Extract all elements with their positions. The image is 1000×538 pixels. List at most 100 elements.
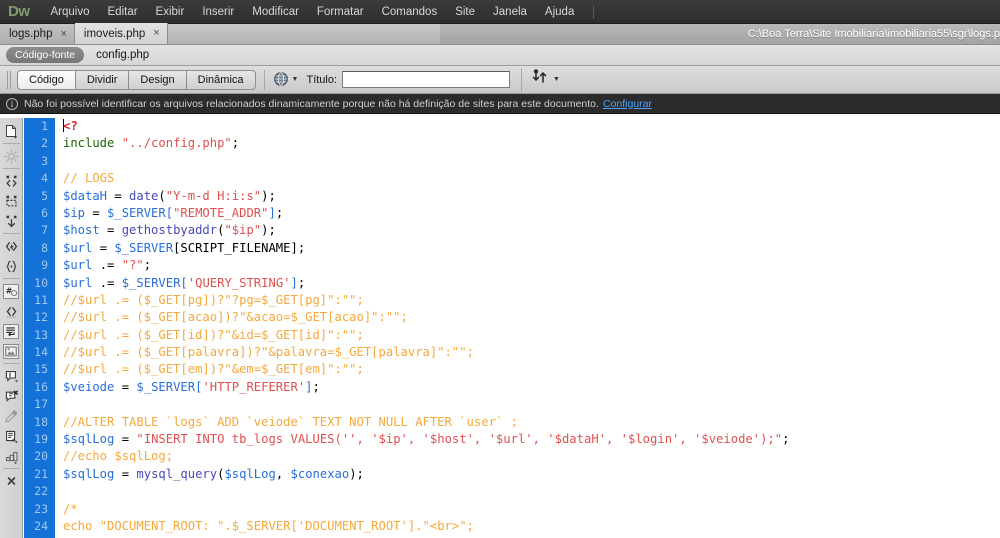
code-line[interactable]: 10 $url .= $_SERVER['QUERY_STRING']; <box>24 275 1000 292</box>
code-lines[interactable]: 1 <? 2 include "../config.php"; 3 4 // LOGS 5 $… <box>24 118 1000 538</box>
collapse-selection-icon[interactable] <box>1 191 22 211</box>
menu-item-editar[interactable]: Editar <box>99 3 147 21</box>
tab-imoveis-php[interactable]: imoveis.php × <box>74 23 168 44</box>
code-line[interactable]: 13 //$url .= ($_GET[id])?"&id=$_GET[id]":… <box>24 327 1000 344</box>
line-content[interactable]: include "../config.php"; <box>52 135 239 152</box>
line-content[interactable]: $host = gethostbyaddr("$ip"); <box>52 222 276 239</box>
menu-item-arquivo[interactable]: Arquivo <box>42 3 99 21</box>
menu-item-formatar[interactable]: Formatar <box>308 3 373 21</box>
line-content[interactable]: //$url .= ($_GET[palavra])?"&palavra=$_G… <box>52 344 474 361</box>
code-line[interactable]: 18 //ALTER TABLE `logs` ADD `veiode` TEXT… <box>24 414 1000 431</box>
line-content[interactable]: $veiode = $_SERVER['HTTP_REFERER']; <box>52 379 320 396</box>
more-options-icon[interactable] <box>1 471 22 491</box>
code-line[interactable]: 22 <box>24 483 1000 500</box>
wrap-tag-icon[interactable] <box>1 321 22 341</box>
menu-item-janela[interactable]: Janela <box>484 3 536 21</box>
outdent-code-icon[interactable] <box>1 406 22 426</box>
select-parent-tag-icon[interactable] <box>1 236 22 256</box>
line-content[interactable]: $url .= "?"; <box>52 257 151 274</box>
balance-braces-icon[interactable] <box>1 256 22 276</box>
code-token: [SCRIPT_FILENAME]; <box>173 240 306 255</box>
file-management-icon[interactable] <box>531 68 553 91</box>
live-view-globe-icon[interactable] <box>273 71 290 88</box>
code-token: "Y-m-d H:i:s" <box>165 188 262 203</box>
expand-all-icon[interactable] <box>1 211 22 231</box>
line-content[interactable]: // LOGS <box>52 170 114 187</box>
code-line[interactable]: 6 $ip = $_SERVER["REMOTE_ADDR"]; <box>24 205 1000 222</box>
line-content[interactable]: //echo $sqlLog; <box>52 448 173 465</box>
code-line[interactable]: 5 $dataH = date("Y-m-d H:i:s"); <box>24 188 1000 205</box>
format-source-code-icon[interactable] <box>1 426 22 446</box>
code-line[interactable]: 24 echo "DOCUMENT_ROOT: ".$_SERVER['DOCUM… <box>24 518 1000 535</box>
code-line[interactable]: 21 $sqlLog = mysql_query($sqlLog, $conexa… <box>24 466 1000 483</box>
open-documents-icon[interactable] <box>1 121 22 141</box>
view-button-dividir[interactable]: Dividir <box>74 69 129 90</box>
code-line[interactable]: 12 //$url .= ($_GET[acao])?"&acao=$_GET[a… <box>24 309 1000 326</box>
apply-comment-icon[interactable] <box>1 341 22 361</box>
code-line[interactable]: 2 include "../config.php"; <box>24 135 1000 152</box>
line-content[interactable]: //ALTER TABLE `logs` ADD `veiode` TEXT N… <box>52 414 518 431</box>
recent-snippets-icon[interactable] <box>1 301 22 321</box>
code-line[interactable]: 4 // LOGS <box>24 170 1000 187</box>
code-line[interactable]: 23 /* <box>24 501 1000 518</box>
code-line[interactable]: 15 //$url .= ($_GET[em])?"&em=$_GET[em]":… <box>24 361 1000 378</box>
source-code-button[interactable]: Código-fonte <box>6 47 85 63</box>
tab-close-icon[interactable]: × <box>153 28 159 39</box>
line-content[interactable] <box>52 153 70 170</box>
code-line[interactable]: 9 $url .= "?"; <box>24 257 1000 274</box>
menu-item-inserir[interactable]: Inserir <box>193 3 243 21</box>
line-content[interactable]: $dataH = date("Y-m-d H:i:s"); <box>52 188 276 205</box>
file-management-chevron-down-icon[interactable]: ▼ <box>553 76 560 83</box>
related-file-config-php[interactable]: config.php <box>96 49 149 61</box>
line-content[interactable]: //$url .= ($_GET[pg])?"?pg=$_GET[pg]":""… <box>52 292 364 309</box>
collapse-full-tag-icon[interactable] <box>1 171 22 191</box>
highlight-invalid-code-icon[interactable] <box>1 146 22 166</box>
line-content[interactable] <box>52 483 70 500</box>
menu-item-comandos[interactable]: Comandos <box>373 3 447 21</box>
code-line[interactable]: 7 $host = gethostbyaddr("$ip"); <box>24 222 1000 239</box>
code-line[interactable]: 11 //$url .= ($_GET[pg])?"?pg=$_GET[pg]":… <box>24 292 1000 309</box>
code-line[interactable]: 17 <box>24 396 1000 413</box>
line-content[interactable]: //$url .= ($_GET[acao])?"&acao=$_GET[aca… <box>52 309 408 326</box>
live-view-chevron-down-icon[interactable]: ▼ <box>292 76 299 83</box>
line-content[interactable]: $ip = $_SERVER["REMOTE_ADDR"]; <box>52 205 283 222</box>
line-content[interactable]: //$url .= ($_GET[id])?"&id=$_GET[id]":""… <box>52 327 364 344</box>
page-title-input[interactable] <box>342 71 511 88</box>
code-token: $sqlLog <box>63 466 115 481</box>
menu-item-modificar[interactable]: Modificar <box>243 3 308 21</box>
line-content[interactable] <box>52 396 70 413</box>
code-navigator-icon[interactable] <box>1 446 22 466</box>
view-button-codigo[interactable]: Código <box>17 69 75 90</box>
view-button-design[interactable]: Design <box>128 69 186 90</box>
code-line[interactable]: 14 //$url .= ($_GET[palavra])?"&palavra=$… <box>24 344 1000 361</box>
line-number: 19 <box>34 432 48 447</box>
code-editor[interactable]: 1 <? 2 include "../config.php"; 3 4 // LOGS 5 $… <box>24 118 1000 538</box>
code-line[interactable]: 20 //echo $sqlLog; <box>24 448 1000 465</box>
remove-comment-icon[interactable] <box>1 366 22 386</box>
line-content[interactable]: $sqlLog = "INSERT INTO tb_logs VALUES(''… <box>52 431 789 448</box>
view-button-dinamica[interactable]: Dinâmica <box>185 69 256 90</box>
code-line[interactable]: 8 $url = $_SERVER[SCRIPT_FILENAME]; <box>24 240 1000 257</box>
line-content[interactable]: /* <box>52 501 78 518</box>
line-content[interactable]: //$url .= ($_GET[em])?"&em=$_GET[em]":""… <box>52 361 364 378</box>
line-numbers-icon[interactable]: # <box>1 281 22 301</box>
toolbar-separator-1 <box>263 69 265 90</box>
code-line[interactable]: 1 <? <box>24 118 1000 135</box>
tab-logs-php[interactable]: logs.php × <box>0 24 75 44</box>
code-line[interactable]: 19 $sqlLog = "INSERT INTO tb_logs VALUES(… <box>24 431 1000 448</box>
code-token: ; <box>312 379 320 394</box>
menu-item-site[interactable]: Site <box>446 3 484 21</box>
tab-close-icon[interactable]: × <box>60 28 66 40</box>
line-content[interactable]: $sqlLog = mysql_query($sqlLog, $conexao)… <box>52 466 364 483</box>
code-line[interactable]: 16 $veiode = $_SERVER['HTTP_REFERER']; <box>24 379 1000 396</box>
line-content[interactable]: $url .= $_SERVER['QUERY_STRING']; <box>52 275 305 292</box>
indent-code-icon[interactable] <box>1 386 22 406</box>
code-line[interactable]: 3 <box>24 153 1000 170</box>
line-content[interactable]: echo "DOCUMENT_ROOT: ".$_SERVER['DOCUMEN… <box>52 518 474 535</box>
menu-item-ajuda[interactable]: Ajuda <box>536 3 583 21</box>
toolbar-grip[interactable] <box>7 70 13 89</box>
menu-item-exibir[interactable]: Exibir <box>147 3 194 21</box>
configurar-link[interactable]: Configurar <box>603 98 652 110</box>
line-content[interactable]: <? <box>52 118 78 135</box>
line-content[interactable]: $url = $_SERVER[SCRIPT_FILENAME]; <box>52 240 305 257</box>
